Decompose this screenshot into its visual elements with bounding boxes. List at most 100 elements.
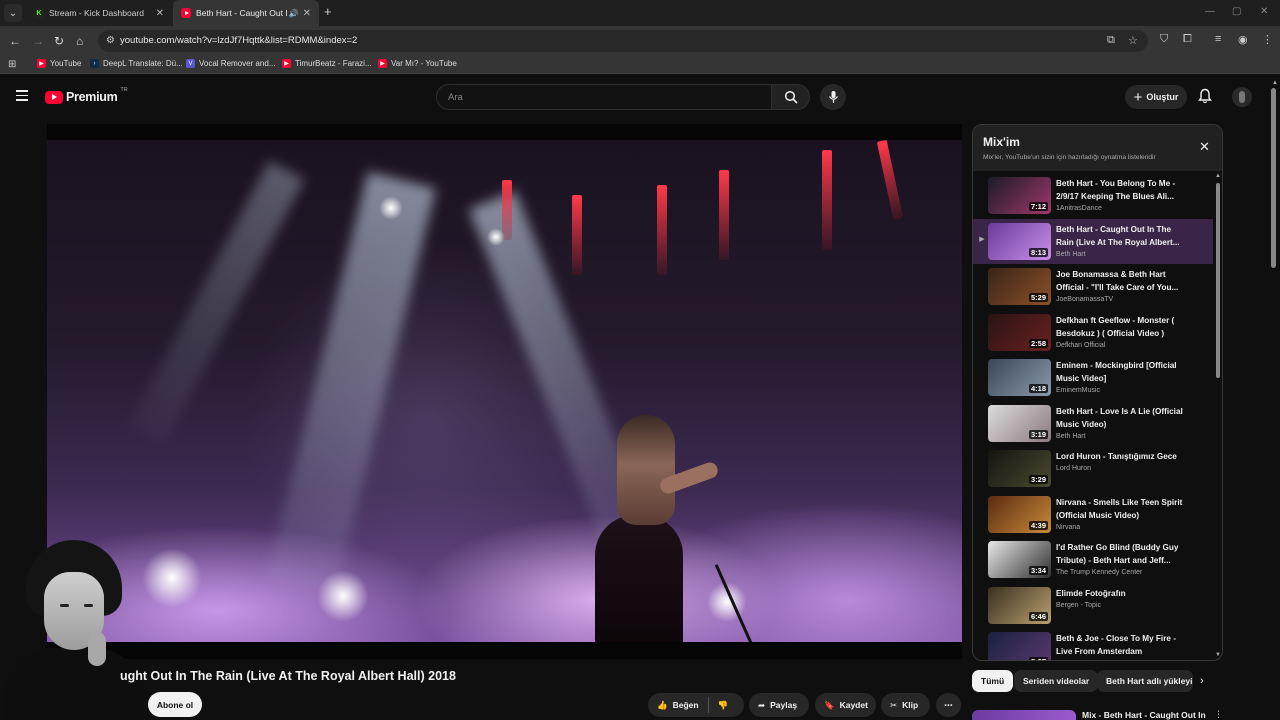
- chip-all[interactable]: Tümü: [972, 670, 1014, 692]
- video-thumbnail[interactable]: 2:58: [988, 314, 1051, 351]
- profile-icon[interactable]: ◉: [1238, 33, 1248, 46]
- video-thumbnail[interactable]: 7:12: [988, 177, 1051, 214]
- save-button[interactable]: 🔖 Kaydet: [815, 693, 876, 717]
- channel-name[interactable]: Defkhan Official: [1056, 342, 1105, 349]
- youtube-premium-logo[interactable]: Premium TR: [45, 87, 128, 104]
- video-frame[interactable]: [47, 140, 962, 642]
- video-thumbnail[interactable]: [972, 710, 1076, 720]
- maximize-icon[interactable]: ▢: [1232, 6, 1241, 17]
- address-bar[interactable]: ⚙ youtube.com/watch?v=lzdJf7Hqttk&list=R…: [98, 30, 1148, 52]
- voice-search-button[interactable]: [820, 84, 846, 110]
- channel-name[interactable]: Beth Hart: [1056, 251, 1086, 258]
- playlist-item[interactable]: 5:29 Joe Bonamassa & Beth Hart Official -…: [973, 264, 1213, 309]
- tab-kick-dashboard[interactable]: K Stream - Kick Dashboard ✕: [26, 0, 172, 26]
- more-actions-button[interactable]: ⋯: [936, 693, 961, 717]
- video-title[interactable]: Beth Hart - Love Is A Lie (Official Musi…: [1056, 405, 1186, 431]
- video-player[interactable]: [47, 124, 962, 659]
- chip-series-videos[interactable]: Seriden videolar: [1014, 670, 1099, 692]
- scroll-up-arrow-icon[interactable]: ▲: [1272, 80, 1278, 86]
- subscribe-button[interactable]: Abone ol: [148, 692, 202, 717]
- playlist-item[interactable]: 2:58 Defkhan ft Geeflow - Monster ( Besdo…: [973, 310, 1213, 355]
- channel-name[interactable]: Nirvana: [1056, 524, 1080, 531]
- more-vertical-icon[interactable]: ⋮: [1214, 709, 1223, 720]
- tab-search-icon[interactable]: ⌄: [4, 4, 22, 22]
- video-thumbnail[interactable]: 8:13: [988, 223, 1051, 260]
- video-title[interactable]: Beth Hart - You Belong To Me - 2/9/17 Ke…: [1056, 177, 1186, 203]
- video-title[interactable]: Elimde Fotoğrafın: [1056, 587, 1186, 600]
- playlist-item[interactable]: 3:34 I'd Rather Go Blind (Buddy Guy Tribu…: [973, 537, 1213, 582]
- video-thumbnail[interactable]: 5:29: [988, 268, 1051, 305]
- site-info-icon[interactable]: ⚙: [106, 35, 115, 46]
- channel-name[interactable]: The Trump Kennedy Center: [1056, 569, 1142, 576]
- dislike-button[interactable]: 👎: [709, 693, 738, 717]
- playlist-item[interactable]: 6:46 Elimde Fotoğrafın Bergen - Topic: [973, 583, 1213, 628]
- video-title[interactable]: Beth & Joe - Close To My Fire - Live Fro…: [1056, 632, 1186, 658]
- recommended-video[interactable]: Mix - Beth Hart - Caught Out In ⋮: [972, 707, 1223, 720]
- bookmark-deepl[interactable]: › DeepL Translate: Dü...: [90, 59, 183, 68]
- video-thumbnail[interactable]: 4:39: [988, 496, 1051, 533]
- video-title[interactable]: Lord Huron - Tanıştığımız Gece: [1056, 450, 1186, 463]
- audio-playing-icon[interactable]: 🔊: [289, 9, 299, 18]
- search-button[interactable]: [772, 84, 810, 110]
- channel-name[interactable]: JoeBonamassaTV: [1056, 296, 1113, 303]
- channel-name[interactable]: Lord Huron: [1056, 465, 1091, 472]
- url-text[interactable]: youtube.com/watch?v=lzdJf7Hqttk&list=RDM…: [120, 35, 357, 46]
- clip-button[interactable]: ✂ Klip: [881, 693, 930, 717]
- scroll-up-arrow-icon[interactable]: ▲: [1215, 173, 1221, 179]
- video-title[interactable]: I'd Rather Go Blind (Buddy Guy Tribute) …: [1056, 541, 1186, 567]
- close-playlist-icon[interactable]: ✕: [1199, 139, 1210, 155]
- video-title[interactable]: Eminem - Mockingbird [Official Music Vid…: [1056, 359, 1186, 385]
- minimize-icon[interactable]: —: [1205, 6, 1215, 17]
- like-button[interactable]: 👍 Beğen: [648, 693, 708, 717]
- video-thumbnail[interactable]: 6:46: [988, 587, 1051, 624]
- video-title[interactable]: Beth Hart - Caught Out In The Rain (Live…: [1056, 223, 1186, 249]
- menu-icon[interactable]: [16, 90, 28, 101]
- media-control-icon[interactable]: ≡: [1215, 33, 1221, 45]
- apps-grid-icon[interactable]: ⊞: [8, 59, 16, 70]
- playlist-scrollbar[interactable]: ▲ ▼: [1215, 173, 1221, 660]
- video-thumbnail[interactable]: 4:18: [988, 359, 1051, 396]
- playlist-item[interactable]: 4:18 Eminem - Mockingbird [Official Music…: [973, 355, 1213, 400]
- video-thumbnail[interactable]: 3:34: [988, 541, 1051, 578]
- share-button[interactable]: ➦ Paylaş: [749, 693, 809, 717]
- video-thumbnail[interactable]: 3:19: [988, 405, 1051, 442]
- scrollbar-thumb[interactable]: [1216, 183, 1220, 378]
- playlist-item[interactable]: 7:12 Beth Hart - You Belong To Me - 2/9/1…: [973, 173, 1213, 218]
- home-icon[interactable]: ⌂: [76, 34, 83, 48]
- tab-youtube-video[interactable]: Beth Hart - Caught Out In T 🔊 ✕: [173, 0, 319, 26]
- cast-icon[interactable]: ⧉: [1107, 34, 1115, 47]
- new-tab-button[interactable]: +: [324, 4, 332, 19]
- browser-menu-icon[interactable]: ⋮: [1262, 33, 1273, 46]
- close-window-icon[interactable]: ✕: [1260, 6, 1268, 17]
- page-scrollbar[interactable]: [1271, 88, 1276, 268]
- channel-name[interactable]: Bergen - Topic: [1056, 602, 1101, 609]
- bookmark-star-icon[interactable]: ☆: [1128, 34, 1138, 47]
- video-thumbnail[interactable]: 5:27: [988, 632, 1051, 660]
- back-icon[interactable]: ←: [9, 34, 21, 48]
- forward-icon[interactable]: →: [32, 34, 44, 48]
- scroll-down-arrow-icon[interactable]: ▼: [1215, 652, 1221, 658]
- account-avatar[interactable]: [1232, 87, 1252, 107]
- playlist-item[interactable]: 3:29 Lord Huron - Tanıştığımız Gece Lord H…: [973, 446, 1213, 491]
- reload-icon[interactable]: ↻: [54, 34, 64, 48]
- playlist-item[interactable]: 5:27 Beth & Joe - Close To My Fire - Live…: [973, 628, 1213, 660]
- search-input[interactable]: Ara: [436, 84, 772, 110]
- close-tab-icon[interactable]: ✕: [303, 8, 311, 19]
- chip-uploader[interactable]: Beth Hart adlı yükleyi: [1097, 670, 1193, 692]
- video-title[interactable]: Mix - Beth Hart - Caught Out In: [1082, 710, 1206, 720]
- video-title[interactable]: Nirvana - Smells Like Teen Spirit (Offic…: [1056, 496, 1186, 522]
- channel-name[interactable]: EminemMusic: [1056, 387, 1100, 394]
- close-tab-icon[interactable]: ✕: [156, 8, 164, 19]
- video-thumbnail[interactable]: 3:29: [988, 450, 1051, 487]
- bookmark-youtube[interactable]: ▶ YouTube: [37, 59, 81, 68]
- bookmark-vocal-remover[interactable]: V Vocal Remover and...: [186, 59, 275, 68]
- extensions-icon[interactable]: ⧠: [1183, 33, 1192, 46]
- create-button[interactable]: + Oluştur: [1125, 85, 1187, 109]
- channel-name[interactable]: 1AnitrasDance: [1056, 205, 1102, 212]
- video-title[interactable]: Joe Bonamassa & Beth Hart Official - "I'…: [1056, 268, 1186, 294]
- video-title[interactable]: Defkhan ft Geeflow - Monster ( Besdokuz …: [1056, 314, 1186, 340]
- channel-name[interactable]: Beth Hart: [1056, 433, 1086, 440]
- playlist-item[interactable]: 4:39 Nirvana - Smells Like Teen Spirit (O…: [973, 492, 1213, 537]
- shield-extension-icon[interactable]: ⛉: [1160, 33, 1168, 46]
- playlist-item[interactable]: 3:19 Beth Hart - Love Is A Lie (Official …: [973, 401, 1213, 446]
